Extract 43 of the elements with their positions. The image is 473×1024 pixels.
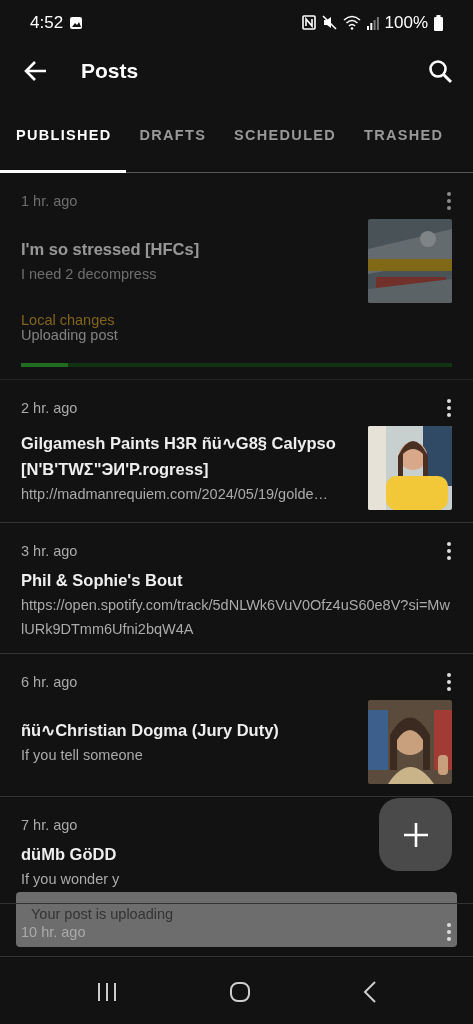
local-changes-label: Local changes [21, 313, 115, 327]
post-excerpt: http://madmanrequiem.com/2024/05/19/golde… [21, 485, 329, 504]
more-icon[interactable] [446, 541, 452, 561]
post-title[interactable]: Phil & Sophie's Bout [21, 567, 183, 593]
post-excerpt: I need 2 decompress [21, 265, 157, 284]
post-time: 7 hr. ago [21, 817, 78, 833]
tab[interactable]: SCHEDULED [220, 100, 351, 173]
post-excerpt: https://open.spotify.com/track/5dNLWk6VuV0Ofz4uS60e8V?si=MwlURk9DTmm6Ufni2bqW4A [21, 596, 451, 639]
more-icon[interactable] [446, 672, 452, 692]
post-title[interactable]: Gilgamesh Paints H3R ñü∿G8§ Calypso [N'B'TWΣ"ЭИ'P.rogress] [21, 430, 358, 482]
post-excerpt: If you wonder y [21, 870, 120, 889]
post-time: 3 hr. ago [21, 543, 78, 559]
battery-icon [434, 14, 443, 31]
post-time: 2 hr. ago [21, 400, 78, 416]
tab[interactable]: TRASHED [350, 100, 458, 173]
screen-title: Posts [81, 59, 140, 83]
upload-status: Uploading post [21, 327, 118, 343]
more-icon[interactable] [446, 191, 452, 211]
image-icon [69, 15, 84, 30]
post-title[interactable]: I'm so stressed [HFCs] [21, 236, 200, 262]
signal-icon [366, 15, 379, 30]
plus-icon [402, 821, 429, 848]
toast-message: Your post is uploading [31, 906, 174, 922]
post-title[interactable]: düMb GöDD [21, 841, 117, 867]
battery-percentage: 100% [384, 12, 428, 33]
tab[interactable]: DRAFTS [125, 100, 221, 173]
post-time: 10 hr. ago [21, 924, 86, 940]
mute-icon [321, 15, 337, 30]
add-post-button[interactable] [379, 798, 452, 871]
post-title[interactable]: ñü∿Christian Dogma (Jury Duty) [21, 717, 279, 743]
more-icon[interactable] [446, 398, 452, 418]
post-time: 1 hr. ago [21, 193, 78, 209]
nfc-icon [301, 15, 316, 30]
post-excerpt: If you tell someone [21, 746, 143, 765]
search-icon[interactable] [428, 58, 453, 84]
clock-time: 4:52 [30, 12, 64, 33]
tab[interactable]: PUBLISHED [0, 100, 126, 173]
recent-apps-button[interactable] [95, 982, 118, 1002]
nav-back-button[interactable] [363, 981, 378, 1003]
post-time: 6 hr. ago [21, 674, 78, 690]
wifi-icon [342, 15, 361, 30]
home-button[interactable] [229, 981, 252, 1003]
back-arrow-icon[interactable] [24, 60, 48, 82]
